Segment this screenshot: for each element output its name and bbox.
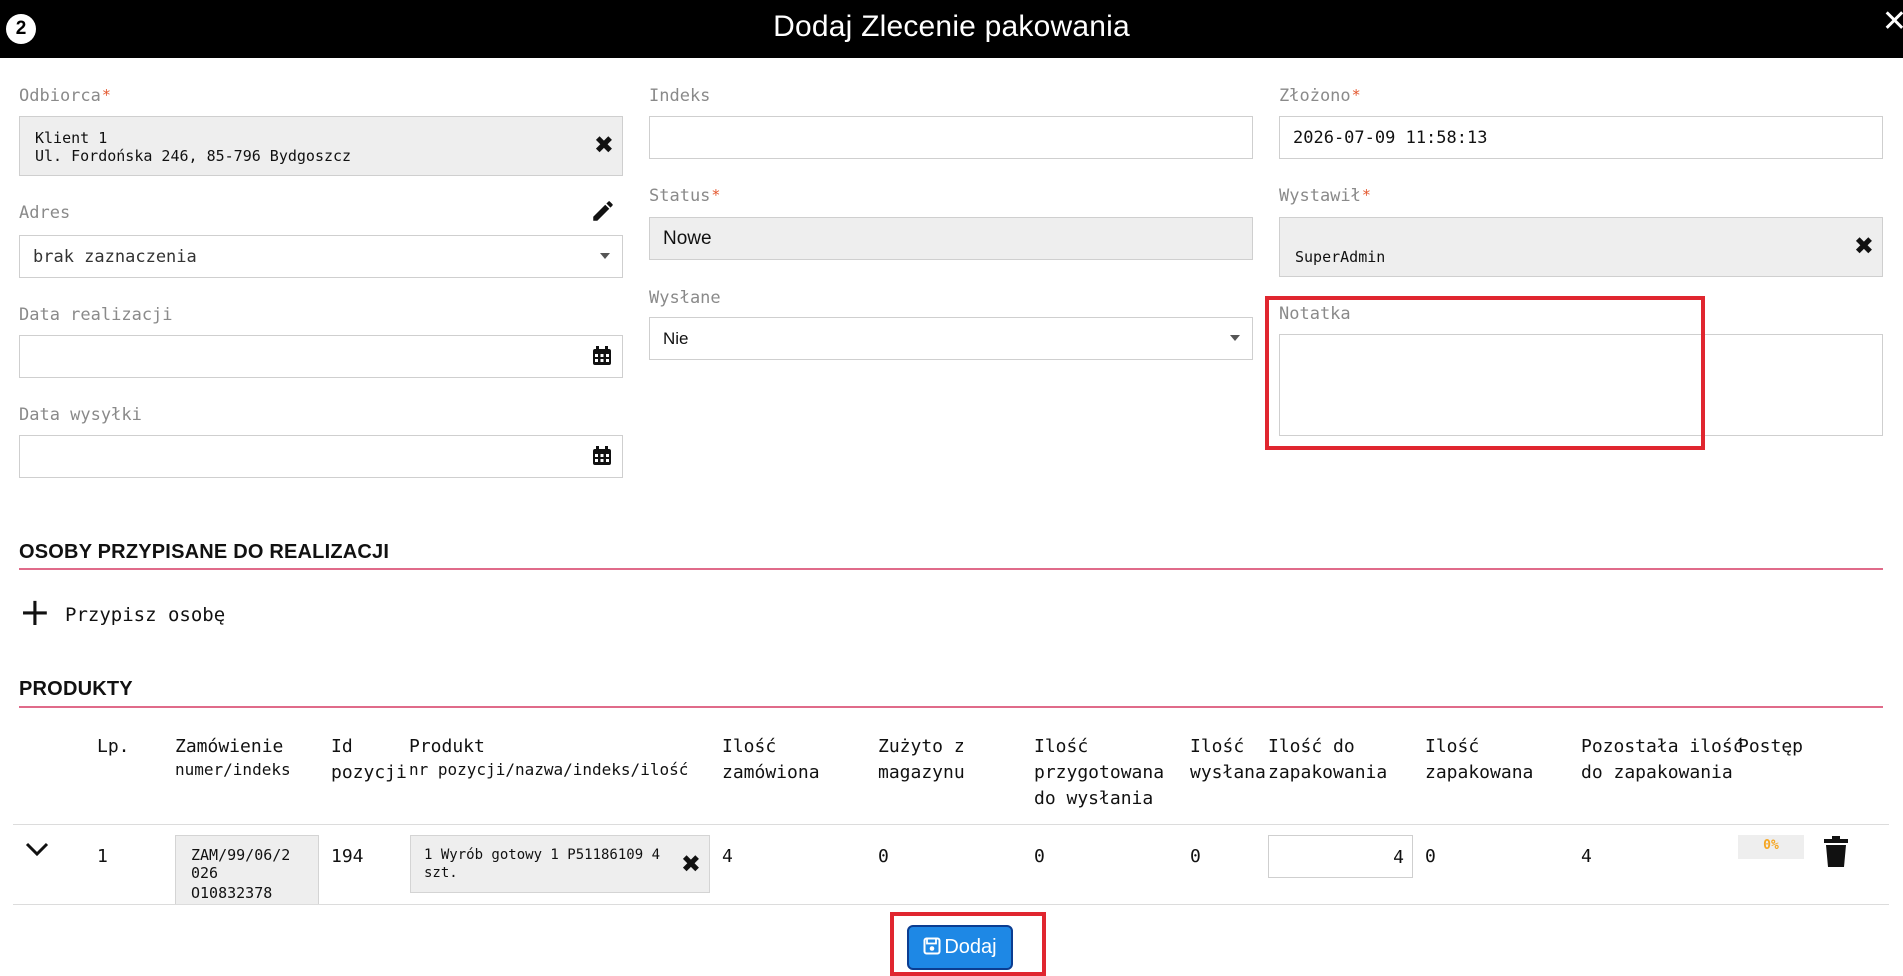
data-wysylki-input[interactable] xyxy=(19,435,623,478)
produkt-select[interactable]: 1 Wyrób gotowy 1 P51186109 4 szt. ✖ xyxy=(410,835,710,893)
table-row-divider xyxy=(13,904,1889,905)
status-field: Nowe xyxy=(649,217,1253,260)
progress-label: 0% xyxy=(1763,838,1779,853)
calendar-icon[interactable] xyxy=(592,346,612,366)
plus-icon: + xyxy=(19,590,51,634)
wyslane-label: Wysłane xyxy=(649,288,721,308)
edit-address-icon[interactable] xyxy=(590,198,616,224)
modal-title: Dodaj Zlecenie pakowania xyxy=(773,10,1130,43)
highlight-add-button xyxy=(890,912,1046,976)
produkt-line1: 1 Wyrób gotowy 1 P51186109 4 xyxy=(424,847,661,863)
produkty-divider xyxy=(19,706,1883,708)
row-id-pozycji: 194 xyxy=(331,846,364,867)
row-zapakowana: 0 xyxy=(1425,846,1436,867)
modal-header: 2 Dodaj Zlecenie pakowania ✕ xyxy=(0,0,1903,58)
table-header-divider xyxy=(13,824,1889,825)
header-przygotowana: Ilość przygotowana do wysłania xyxy=(1034,736,1165,809)
chevron-down-icon[interactable] xyxy=(25,840,49,858)
header-zuzyto: Zużyto z magazynu xyxy=(878,736,965,783)
row-przygotowana: 0 xyxy=(1034,846,1045,867)
clear-icon[interactable]: ✖ xyxy=(681,850,701,878)
adres-label: Adres xyxy=(19,203,71,223)
odbiorca-field[interactable]: Klient 1 Ul. Fordońska 246, 85-796 Bydgo… xyxy=(19,116,623,176)
progress-bar: 0% xyxy=(1738,835,1804,859)
indeks-label: Indeks xyxy=(649,86,711,106)
row-pozostala: 4 xyxy=(1581,846,1592,867)
wyslane-value: Nie xyxy=(663,329,689,348)
do-zapakowania-input[interactable]: 4 xyxy=(1268,835,1413,878)
adres-value: brak zaznaczenia xyxy=(33,247,197,267)
header-lp: Lp. xyxy=(97,736,130,757)
calendar-icon[interactable] xyxy=(592,446,612,466)
data-wysylki-label: Data wysyłki xyxy=(19,405,142,425)
header-pozostala: Pozostała ilość do zapakowania xyxy=(1581,736,1744,783)
osoby-section-title: OSOBY PRZYPISANE DO REALIZACJI xyxy=(19,541,390,563)
wystawil-field[interactable]: SuperAdmin ✖ xyxy=(1279,217,1883,277)
zamowienie-indeks: O10832378 xyxy=(191,884,273,902)
produkty-section-title: PRODUKTY xyxy=(19,678,133,700)
odbiorca-address: Ul. Fordońska 246, 85-796 Bydgoszcz xyxy=(35,147,352,165)
wyslane-select[interactable]: Nie xyxy=(649,317,1253,360)
wystawil-label: Wystawił* xyxy=(1279,186,1371,206)
row-ilosc-zamowiona: 4 xyxy=(722,846,733,867)
header-zamowienie: Zamówienie numer/indeks xyxy=(175,736,291,779)
row-lp: 1 xyxy=(97,846,108,867)
produkt-line2: szt. xyxy=(424,865,458,881)
indeks-input[interactable] xyxy=(649,116,1253,159)
odbiorca-name: Klient 1 xyxy=(35,129,108,147)
header-zapakowana: Ilość zapakowana xyxy=(1425,736,1534,783)
header-id-pozycji: Id pozycji xyxy=(331,736,407,783)
clear-icon[interactable]: ✖ xyxy=(1854,232,1874,260)
zamowienie-numer-cont: 026 xyxy=(191,864,219,882)
odbiorca-label: Odbiorca* xyxy=(19,86,111,106)
zlozono-value: 2026-07-09 11:58:13 xyxy=(1293,128,1488,148)
wystawil-value: SuperAdmin xyxy=(1295,248,1386,266)
clear-icon[interactable]: ✖ xyxy=(594,131,614,159)
zamowienie-box: ZAM/99/06/2 026 O10832378 xyxy=(175,835,319,905)
header-do-zapakowania: Ilość do zapakowania xyxy=(1268,736,1388,783)
osoby-divider xyxy=(19,568,1883,570)
data-realizacji-label: Data realizacji xyxy=(19,305,173,325)
close-icon[interactable]: ✕ xyxy=(1882,4,1903,39)
status-value: Nowe xyxy=(663,228,712,249)
header-produkt: Produkt nr pozycji/nazwa/indeks/ilość xyxy=(409,736,689,779)
chevron-down-icon xyxy=(1230,335,1240,341)
chevron-down-icon xyxy=(600,253,610,259)
header-ilosc-zamowiona: Ilość zamówiona xyxy=(722,736,820,783)
trash-icon[interactable] xyxy=(1823,836,1849,868)
header-postep: Postęp xyxy=(1738,736,1804,757)
highlight-notatka xyxy=(1265,296,1705,450)
zlozono-label: Złożono* xyxy=(1279,86,1361,106)
header-wyslana: Ilość wysłana xyxy=(1190,736,1266,783)
adres-select[interactable]: brak zaznaczenia xyxy=(19,235,623,278)
zamowienie-numer: ZAM/99/06/2 xyxy=(191,846,291,864)
row-wyslana: 0 xyxy=(1190,846,1201,867)
data-realizacji-input[interactable] xyxy=(19,335,623,378)
assign-person-label: Przypisz osobę xyxy=(65,604,226,626)
do-zapakowania-value: 4 xyxy=(1393,847,1404,868)
zlozono-input[interactable]: 2026-07-09 11:58:13 xyxy=(1279,116,1883,159)
status-label: Status* xyxy=(649,186,721,206)
row-zuzyto: 0 xyxy=(878,846,889,867)
